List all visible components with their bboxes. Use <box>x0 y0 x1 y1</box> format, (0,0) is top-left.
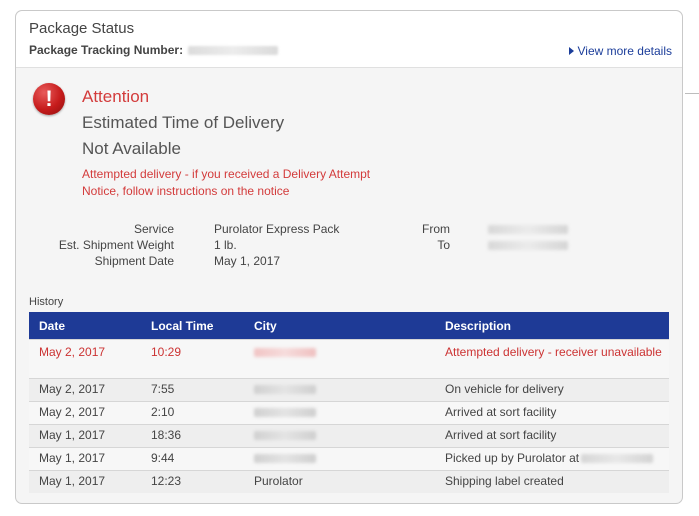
row-date: May 2, 2017 <box>29 401 141 425</box>
to-label: To <box>437 238 450 252</box>
row-time: 12:23 <box>141 470 244 493</box>
table-row: May 1, 2017 12:23 Purolator Shipping lab… <box>29 470 669 493</box>
row-description: Attempted delivery - receiver unavailabl… <box>435 339 669 379</box>
row-date: May 1, 2017 <box>29 470 141 493</box>
row-city <box>244 378 435 402</box>
row-time: 18:36 <box>141 424 244 448</box>
row-description: Picked up by Purolator at <box>435 447 669 471</box>
tracking-number: Package Tracking Number: <box>29 43 279 57</box>
row-description: Arrived at sort facility <box>435 401 669 425</box>
alert-message: Attempted delivery - if you received a D… <box>82 167 371 198</box>
service-value: Purolator Express Pack <box>214 222 340 236</box>
column-header-description: Description <box>435 312 669 340</box>
location-redacted <box>581 454 654 464</box>
history-header-row: Date Local Time City Description <box>29 312 669 340</box>
city-redacted <box>254 431 316 441</box>
city-redacted <box>254 348 316 358</box>
row-description: On vehicle for delivery <box>435 378 669 402</box>
history-label: History <box>29 296 64 308</box>
service-label: Service <box>133 222 174 236</box>
view-more-label: View more details <box>577 44 673 58</box>
exclamation-icon: ! <box>33 83 65 115</box>
scrollbar-edge <box>685 93 699 94</box>
from-label: From <box>422 222 450 236</box>
city-redacted <box>254 408 316 418</box>
table-row: May 2, 2017 7:55 On vehicle for delivery <box>29 378 669 402</box>
weight-label: Est. Shipment Weight <box>58 238 174 252</box>
detail-row-weight: Est. Shipment Weight 1 lb. To <box>16 238 682 254</box>
table-row: May 2, 2017 2:10 Arrived at sort facilit… <box>29 401 669 425</box>
eta-title: Estimated Time of Delivery <box>82 113 285 132</box>
history-table: Date Local Time City Description May 2, … <box>29 312 669 493</box>
from-value-redacted <box>488 225 568 234</box>
detail-row-date: Shipment Date May 1, 2017 <box>16 254 682 270</box>
row-city: Purolator <box>244 470 435 493</box>
row-city <box>244 447 435 471</box>
row-time: 2:10 <box>141 401 244 425</box>
date-value: May 1, 2017 <box>214 254 281 268</box>
row-city <box>244 339 435 379</box>
row-date: May 2, 2017 <box>29 339 141 379</box>
row-time: 7:55 <box>141 378 244 402</box>
row-date: May 1, 2017 <box>29 447 141 471</box>
row-time: 10:29 <box>141 339 244 379</box>
triangle-right-icon <box>568 47 574 55</box>
attention-heading: Attention <box>82 87 150 106</box>
city-redacted <box>254 454 316 464</box>
description-text: Picked up by Purolator at <box>445 451 580 465</box>
table-row: May 2, 2017 10:29 Attempted delivery - r… <box>29 339 669 379</box>
row-description: Shipping label created <box>435 470 669 493</box>
row-description: Arrived at sort facility <box>435 424 669 448</box>
city-redacted <box>254 385 316 395</box>
column-header-city: City <box>244 312 435 340</box>
tracking-value-redacted <box>188 46 279 56</box>
view-more-details-link[interactable]: View more details <box>568 44 673 58</box>
row-date: May 2, 2017 <box>29 378 141 402</box>
package-status-card: Package Status Package Tracking Number: … <box>15 10 683 504</box>
to-value-redacted <box>488 241 568 250</box>
alert-block: Attention Estimated Time of Delivery Not… <box>82 87 392 200</box>
weight-value: 1 lb. <box>214 238 237 252</box>
row-city <box>244 424 435 448</box>
table-row: May 1, 2017 18:36 Arrived at sort facili… <box>29 424 669 448</box>
table-row: May 1, 2017 9:44 Picked up by Purolator … <box>29 447 669 471</box>
row-time: 9:44 <box>141 447 244 471</box>
card-header: Package Status Package Tracking Number: … <box>16 11 682 68</box>
eta-value: Not Available <box>82 139 181 158</box>
row-date: May 1, 2017 <box>29 424 141 448</box>
column-header-time: Local Time <box>141 312 244 340</box>
column-header-date: Date <box>29 312 141 340</box>
page-title: Package Status <box>29 20 135 37</box>
date-label: Shipment Date <box>94 254 174 268</box>
tracking-label: Package Tracking Number: <box>29 43 184 57</box>
detail-row-service: Service Purolator Express Pack From <box>16 222 682 238</box>
row-city <box>244 401 435 425</box>
